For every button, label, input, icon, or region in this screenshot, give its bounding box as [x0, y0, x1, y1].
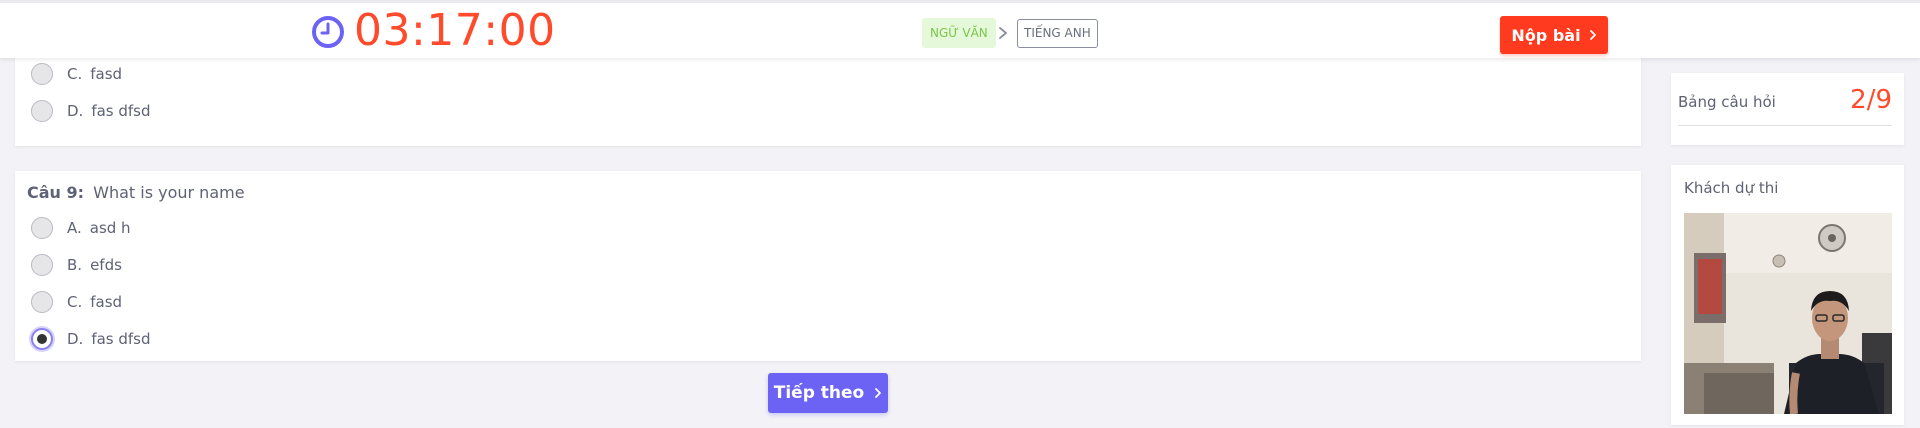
- option-text: fasd: [90, 293, 123, 311]
- chevron-right-icon: [875, 388, 882, 398]
- question-card: Câu 9: What is your name A. asd h B. efd…: [15, 171, 1641, 361]
- radio-button[interactable]: [31, 217, 53, 239]
- answer-option[interactable]: B. efds: [31, 253, 122, 277]
- question-title: Câu 9: What is your name: [27, 183, 245, 202]
- option-text: fas dfsd: [91, 102, 151, 120]
- radio-button[interactable]: [31, 254, 53, 276]
- candidate-label: Khách dự thi: [1684, 179, 1779, 197]
- option-text: asd h: [89, 219, 131, 237]
- question-board-panel[interactable]: Bảng câu hỏi 2/9: [1671, 73, 1904, 145]
- option-letter: D.: [67, 330, 84, 348]
- answer-option[interactable]: C. fasd: [31, 290, 122, 314]
- clock-icon: [312, 16, 344, 48]
- submit-button[interactable]: Nộp bài: [1500, 16, 1608, 54]
- top-bar: 03:17:00 NGỮ VĂN TIẾNG ANH Nộp bài: [0, 0, 1920, 58]
- option-text: efds: [90, 256, 122, 274]
- answer-option[interactable]: D. fas dfsd: [31, 99, 151, 123]
- option-letter: C.: [67, 293, 83, 311]
- subject-tab-active[interactable]: NGỮ VĂN: [922, 18, 996, 48]
- question-card-previous: C. fasd D. fas dfsd: [15, 57, 1641, 146]
- chevron-right-icon: [1589, 30, 1596, 40]
- option-text: fasd: [90, 65, 123, 83]
- question-board-label: Bảng câu hỏi: [1678, 93, 1776, 111]
- next-button[interactable]: Tiếp theo: [768, 373, 888, 413]
- next-button-label: Tiếp theo: [773, 383, 865, 403]
- option-letter: C.: [67, 65, 83, 83]
- answer-option-selected[interactable]: D. fas dfsd: [31, 327, 151, 351]
- radio-button[interactable]: [31, 100, 53, 122]
- countdown-timer: 03:17:00: [354, 5, 556, 56]
- option-letter: B.: [67, 256, 83, 274]
- option-letter: D.: [67, 102, 84, 120]
- candidate-panel: Khách dự thi: [1671, 165, 1904, 425]
- divider: [1678, 125, 1892, 126]
- answer-option[interactable]: C. fasd: [31, 62, 122, 86]
- webcam-feed: [1684, 213, 1892, 414]
- subject-tab-next[interactable]: TIẾNG ANH: [1017, 19, 1098, 48]
- submit-button-label: Nộp bài: [1511, 25, 1581, 45]
- answer-option[interactable]: A. asd h: [31, 216, 131, 240]
- option-letter: A.: [67, 219, 82, 237]
- option-text: fas dfsd: [91, 330, 151, 348]
- radio-button[interactable]: [31, 291, 53, 313]
- radio-button-checked[interactable]: [31, 328, 53, 350]
- chevron-right-icon: [999, 27, 1007, 39]
- question-number: Câu 9:: [27, 183, 85, 202]
- question-board-count: 2/9: [1850, 85, 1892, 115]
- question-text: What is your name: [93, 183, 245, 202]
- radio-button[interactable]: [31, 63, 53, 85]
